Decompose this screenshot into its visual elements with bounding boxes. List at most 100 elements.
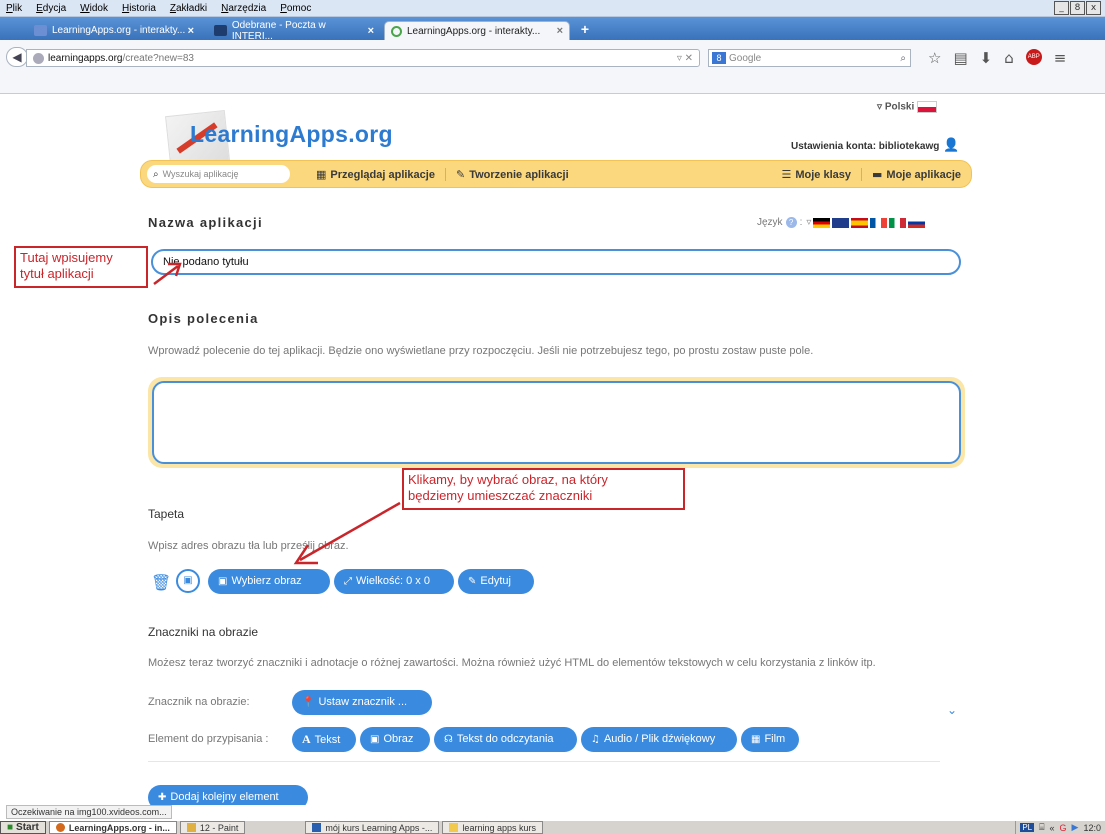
url-path: /create?new=83: [122, 52, 194, 64]
tab-poczta[interactable]: Odebrane - Poczta w INTERI... ×: [208, 20, 380, 42]
element-audio-button[interactable]: ♫ Audio / Plik dźwiękowy: [581, 727, 737, 752]
account-label: Ustawienia konta: bibliotekawg: [791, 141, 940, 152]
home-icon[interactable]: ⌂: [1004, 49, 1014, 67]
menu-history[interactable]: Historia: [122, 3, 156, 14]
tray-expand-icon[interactable]: «: [1050, 823, 1055, 833]
list-icon: ☰: [781, 167, 792, 181]
menu-edit[interactable]: Edycja: [36, 3, 66, 14]
page-content: LearningApps.org ▿ Polski Ustawienia kon…: [0, 95, 1105, 805]
nav-browse-apps[interactable]: ▦ Przeglądaj aplikacje: [306, 167, 446, 181]
bookmark-star-icon[interactable]: ☆: [928, 49, 941, 67]
menu-help[interactable]: Pomoc: [280, 3, 311, 14]
start-button[interactable]: ■ Start: [0, 821, 46, 834]
back-arrow-icon: ◀: [12, 50, 22, 64]
minimize-button[interactable]: _: [1054, 1, 1069, 15]
menu-tools[interactable]: Narzędzia: [221, 3, 266, 14]
wallpaper-hint: Wpisz adres obrazu tła lub prześlij obra…: [148, 540, 349, 552]
restore-button[interactable]: 8: [1070, 1, 1085, 15]
tab-close-icon[interactable]: ×: [557, 25, 563, 37]
taskbar-item-word[interactable]: mój kurs Learning Apps -...: [305, 821, 440, 834]
choose-image-button[interactable]: ▣ Wybierz obraz: [208, 569, 330, 594]
tab-close-icon[interactable]: ×: [188, 25, 194, 37]
set-marker-button[interactable]: 📍 Ustaw znacznik ...: [292, 690, 432, 715]
element-read-text-label: Tekst do odczytania: [456, 733, 554, 745]
tab-close-icon[interactable]: ×: [368, 25, 374, 37]
account-settings[interactable]: Ustawienia konta: bibliotekawg 👤: [791, 137, 960, 153]
flag-de-icon[interactable]: [813, 217, 831, 228]
divider: [148, 761, 940, 762]
app-search-placeholder: Wyszukaj aplikację: [162, 169, 239, 179]
picture-icon: ▣: [218, 576, 228, 587]
app-title-input[interactable]: Nie podano tytułu: [151, 249, 961, 275]
element-image-button[interactable]: ▣ Obraz: [360, 727, 430, 752]
image-preview-button[interactable]: ▣: [176, 569, 200, 593]
menu-file[interactable]: Plik: [6, 3, 22, 14]
google-tray-icon[interactable]: G: [1060, 823, 1067, 833]
flag-fr-icon[interactable]: [870, 217, 888, 228]
element-text-label: Tekst: [314, 734, 341, 746]
nav-create-label: Tworzenie aplikacji: [469, 168, 569, 181]
flag-es-icon[interactable]: [851, 217, 869, 228]
app-search-input[interactable]: ⌕ Wyszukaj aplikację: [147, 165, 290, 183]
bookmarks-list-icon[interactable]: ▤: [953, 49, 967, 67]
image-size-button[interactable]: ⤢ Wielkość: 0 x 0: [334, 569, 454, 594]
media-tray-icon[interactable]: ▶: [1072, 822, 1079, 833]
add-element-button[interactable]: ✚ Dodaj kolejny element: [148, 785, 308, 805]
google-engine-icon[interactable]: 8: [712, 52, 726, 64]
menu-bookmarks[interactable]: Zakładki: [170, 3, 207, 14]
add-element-label: Dodaj kolejny element: [170, 791, 279, 803]
picture-icon: ▣: [370, 734, 380, 745]
menu-hamburger-icon[interactable]: ≡: [1054, 49, 1067, 67]
task-description-textarea[interactable]: [152, 381, 961, 464]
keyboard-language[interactable]: PL: [1020, 823, 1035, 832]
chevron-down-icon[interactable]: ⌄: [947, 703, 957, 717]
nav-create-app[interactable]: ✎ Tworzenie aplikacji: [446, 168, 579, 181]
task-description-hint: Wprowadź polecenie do tej aplikacji. Będ…: [148, 345, 814, 357]
edit-image-button[interactable]: ✎ Edytuj: [458, 569, 534, 594]
language-selector[interactable]: ▿ Polski: [877, 101, 938, 113]
element-film-button[interactable]: ▦ Film: [741, 727, 799, 752]
nav-my-classes[interactable]: ☰ Moje klasy: [771, 167, 862, 181]
url-controls[interactable]: ▿ ✕: [677, 53, 699, 64]
tab-learningapps-1[interactable]: LearningApps.org - interakty... ×: [28, 21, 200, 40]
url-bar[interactable]: learningapps.org /create?new=83 ▿ ✕: [26, 49, 700, 67]
nav-classes-label: Moje klasy: [795, 168, 851, 181]
tab-learningapps-active[interactable]: LearningApps.org - interakty... ×: [384, 21, 570, 40]
dropdown-caret-icon[interactable]: ▿: [806, 217, 811, 228]
search-bar[interactable]: 8 Google ⌕: [708, 49, 911, 67]
flag-it-icon[interactable]: [889, 217, 907, 228]
new-tab-button[interactable]: +: [574, 21, 596, 38]
element-image-label: Obraz: [383, 733, 414, 745]
element-read-text-button[interactable]: ☊ Tekst do odczytania: [434, 727, 577, 752]
help-icon[interactable]: ?: [785, 217, 797, 228]
taskbar-label: LearningApps.org - in...: [68, 822, 170, 833]
element-text-button[interactable]: A Tekst: [292, 727, 356, 752]
adblock-icon[interactable]: ABP: [1025, 49, 1042, 65]
separator: :: [799, 217, 803, 228]
network-icon[interactable]: ⌸: [1039, 822, 1044, 833]
firefox-icon: [55, 823, 65, 832]
language-flags: Język ? : ▿: [757, 217, 926, 228]
flag-ru-icon[interactable]: [908, 217, 926, 228]
edit-icon: ✎: [468, 576, 477, 587]
taskbar-item-firefox[interactable]: LearningApps.org - in...: [48, 821, 177, 834]
nav-my-apps[interactable]: ▬ Moje aplikacje: [862, 168, 971, 181]
choose-image-label: Wybierz obraz: [231, 575, 302, 587]
image-icon: ▣: [183, 575, 193, 586]
window-controls: _ 8 x: [1054, 1, 1101, 15]
wallpaper-heading: Tapeta: [148, 507, 185, 521]
url-host: learningapps.org: [48, 52, 123, 64]
taskbar-label: learning apps kurs: [462, 822, 536, 833]
trash-icon[interactable]: 🗑: [151, 573, 171, 592]
downloads-icon[interactable]: ⬇: [980, 49, 993, 67]
search-icon: ⌕: [153, 168, 159, 180]
tab-label: LearningApps.org - interakty...: [407, 25, 541, 37]
search-icon[interactable]: ⌕: [900, 53, 906, 64]
taskbar-item-folder[interactable]: learning apps kurs: [442, 821, 543, 834]
back-button[interactable]: ◀: [6, 47, 28, 67]
menu-view[interactable]: Widok: [80, 3, 108, 14]
flag-gb-icon[interactable]: [832, 217, 850, 228]
taskbar-item-paint[interactable]: 12 - Paint: [179, 821, 246, 834]
markers-hint: Możesz teraz tworzyć znaczniki i adnotac…: [148, 657, 876, 669]
close-window-button[interactable]: x: [1086, 1, 1101, 15]
